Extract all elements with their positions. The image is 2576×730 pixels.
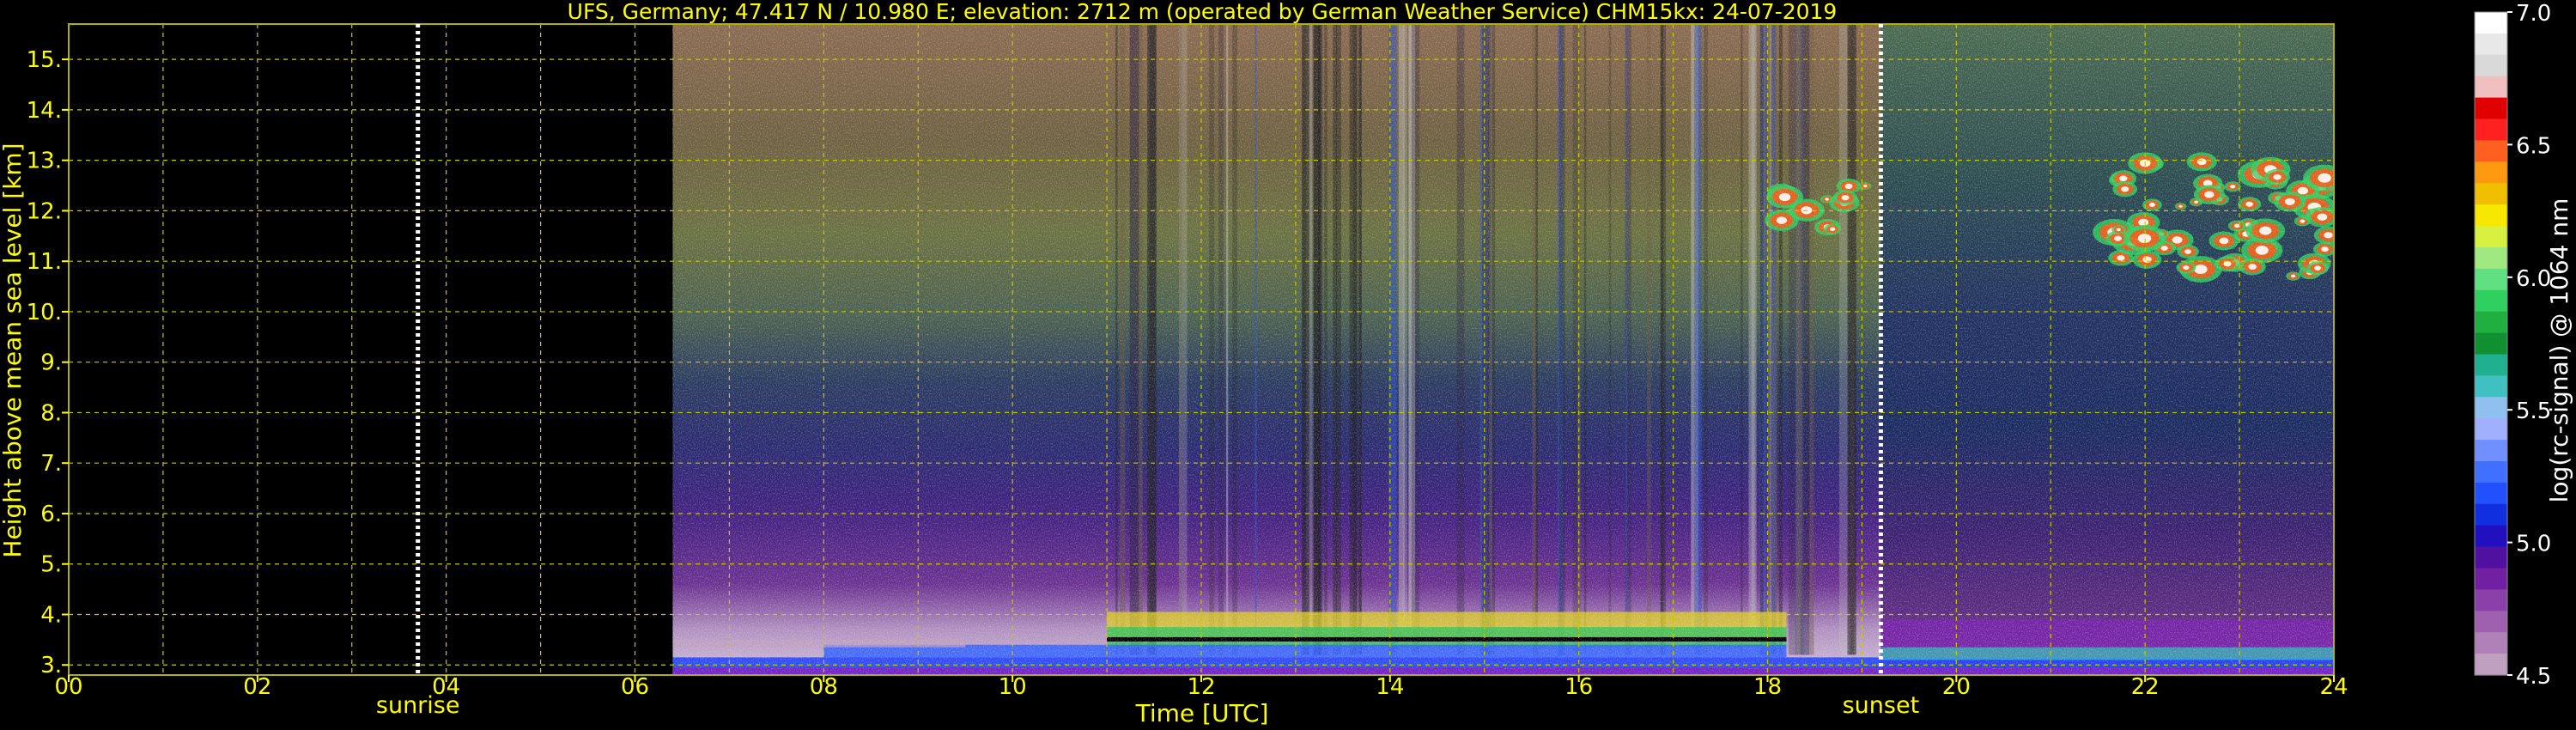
- x-tick-label: 14: [1376, 674, 1404, 700]
- colorbar-swatch: [2475, 440, 2507, 462]
- x-tick-label: 18: [1753, 674, 1782, 700]
- colorbar-swatch: [2475, 183, 2507, 205]
- x-tick-label: 02: [243, 674, 271, 700]
- x-tick-label: 00: [54, 674, 82, 700]
- colorbar-tick-label: 4.5: [2516, 664, 2551, 690]
- y-tick-label: 5.: [40, 552, 62, 578]
- y-tick-label: 6.: [40, 502, 62, 527]
- x-tick-label: 04: [432, 674, 460, 700]
- y-tick-label: 10.: [27, 300, 62, 325]
- colorbar-tick-label: 5.0: [2516, 532, 2551, 557]
- backscatter-layer: [672, 24, 2334, 675]
- colorbar-swatch: [2475, 503, 2507, 526]
- colorbar-swatch: [2475, 33, 2507, 56]
- colorbar-swatch: [2475, 76, 2507, 99]
- y-axis-label: Height above mean sea level [km]: [0, 143, 27, 557]
- colorbar-swatch: [2475, 418, 2507, 441]
- colorbar-swatch: [2475, 268, 2507, 291]
- colorbar-swatch: [2475, 226, 2507, 248]
- colorbar-swatch: [2475, 482, 2507, 505]
- colorbar-swatch: [2475, 546, 2507, 569]
- y-tick-label: 8.: [40, 400, 62, 426]
- colorbar-swatch: [2475, 97, 2507, 120]
- y-tick-label: 7.: [40, 451, 62, 477]
- y-tick-label: 4.: [40, 602, 62, 628]
- x-tick-label: 06: [621, 674, 649, 700]
- colorbar-swatch: [2475, 525, 2507, 548]
- y-tick-label: 12.: [27, 198, 62, 224]
- y-tick-label: 15.: [27, 47, 62, 73]
- x-tick-label: 08: [810, 674, 838, 700]
- colorbar-swatch: [2475, 246, 2507, 270]
- x-tick-label: 20: [1942, 674, 1971, 700]
- y-tick-label: 14.: [27, 98, 62, 124]
- colorbar-swatch: [2475, 204, 2507, 227]
- chart-title: UFS, Germany; 47.417 N / 10.980 E; eleva…: [568, 0, 1838, 24]
- colorbar-label: log(rc-signal) @ 1064 nm: [2545, 198, 2573, 503]
- colorbar-swatch: [2475, 119, 2507, 142]
- x-axis-label: Time [UTC]: [1135, 699, 1269, 727]
- colorbar-swatch: [2475, 332, 2507, 356]
- x-tick-label: 10: [999, 674, 1027, 700]
- ceilometer-chart: sunrise sunset 3.4.5.6.7.8.9.10.11.12.13.…: [0, 0, 2576, 730]
- backscatter-image: [672, 24, 2334, 675]
- x-tick-label: 22: [2131, 674, 2160, 700]
- colorbar-tick-label: 7.0: [2516, 1, 2551, 27]
- colorbar-swatch: [2475, 161, 2507, 184]
- colorbar-swatch: [2475, 611, 2507, 633]
- y-tick-label: 13.: [27, 149, 62, 174]
- signal-noise: [672, 24, 2334, 675]
- x-tick-label: 12: [1187, 674, 1215, 700]
- x-tick-label: 24: [2319, 674, 2348, 700]
- colorbar-swatch: [2475, 54, 2507, 77]
- sunset-label: sunset: [1843, 692, 1920, 719]
- colorbar-tick-label: 6.5: [2516, 133, 2551, 159]
- x-tick-label: 16: [1564, 674, 1593, 700]
- colorbar-swatch: [2475, 460, 2507, 484]
- colorbar-swatch: [2475, 311, 2507, 334]
- colorbar-swatch: [2475, 289, 2507, 313]
- y-tick-label: 11.: [27, 249, 62, 275]
- colorbar-swatch: [2475, 354, 2507, 376]
- colorbar-swatch: [2475, 12, 2507, 34]
- colorbar-swatch: [2475, 632, 2507, 654]
- colorbar-swatch: [2475, 568, 2507, 590]
- colorbar-swatch: [2475, 397, 2507, 419]
- colorbar-swatch: [2475, 589, 2507, 611]
- colorbar-swatch: [2475, 375, 2507, 398]
- colorbar-swatch: [2475, 654, 2507, 676]
- y-tick-label: 9.: [40, 350, 62, 376]
- colorbar-swatch: [2475, 140, 2507, 162]
